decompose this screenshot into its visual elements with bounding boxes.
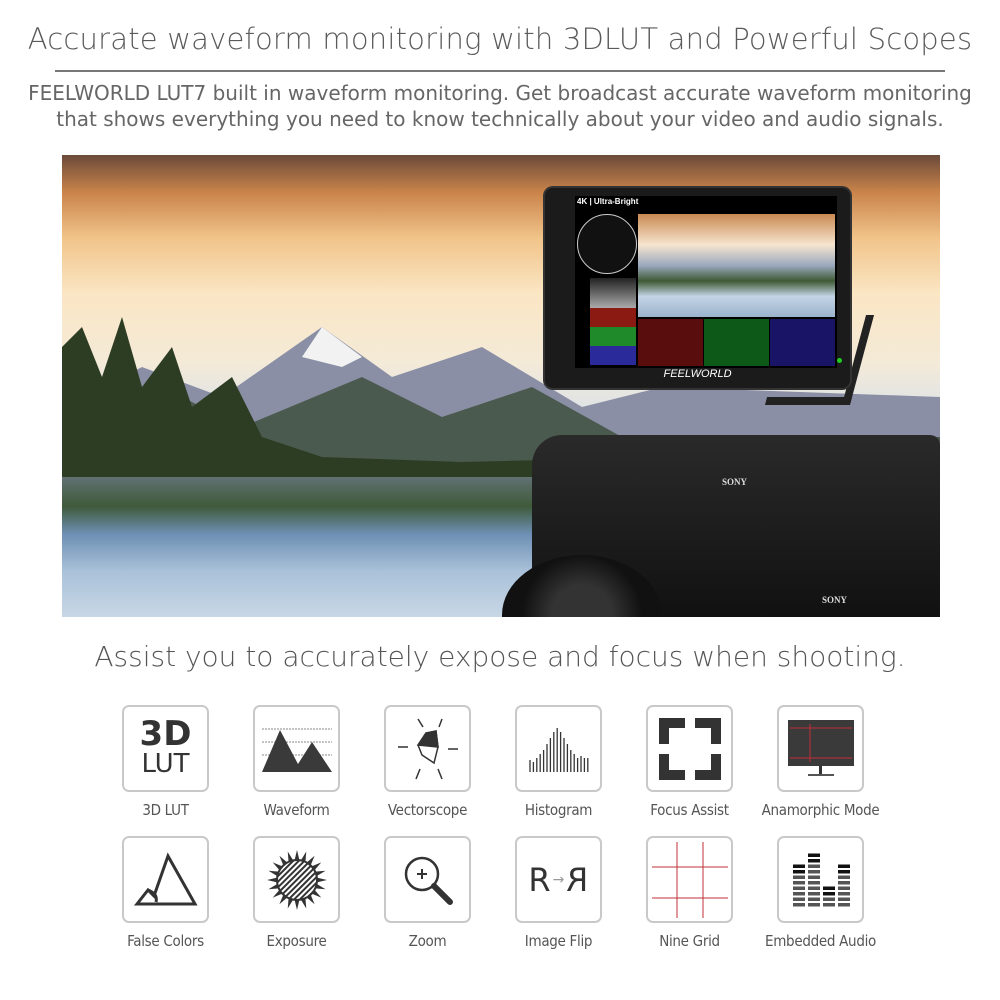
false-colors-icon	[122, 836, 209, 923]
feature-embedded-audio: Embedded Audio	[755, 836, 886, 950]
3d-lut-icon: 3D LUT	[122, 705, 209, 792]
product-photo: SONY SONY 4K | Ultra-Bright FEELWORLD	[62, 155, 940, 617]
screen-histogram	[590, 278, 636, 308]
nine-grid-icon	[646, 836, 733, 923]
waveform-icon	[253, 705, 340, 792]
subtitle: FEELWORLD LUT7 built in waveform monitor…	[0, 80, 1000, 132]
icon-text-3d: 3D	[139, 713, 192, 754]
feature-label: Embedded Audio	[764, 932, 876, 950]
feature-label: Waveform	[263, 801, 330, 819]
feature-label: False Colors	[127, 932, 204, 950]
vectorscope-icon	[384, 705, 471, 792]
feature-image-flip: R → R Image Flip	[493, 836, 624, 950]
feature-label: Nine Grid	[659, 932, 720, 950]
histogram-icon	[515, 705, 602, 792]
icon-text-r: R	[528, 860, 551, 899]
features-heading: Assist you to accurately expose and focu…	[94, 640, 906, 673]
subtitle-line-2: that shows everything you need to know t…	[56, 107, 944, 131]
title-divider	[55, 70, 945, 72]
feature-waveform: Waveform	[231, 705, 362, 819]
focus-assist-icon	[646, 705, 733, 792]
feature-focus-assist: Focus Assist	[624, 705, 755, 819]
monitor: 4K | Ultra-Bright FEELWORLD	[545, 188, 850, 388]
monitor-screen: 4K | Ultra-Bright	[575, 196, 837, 368]
power-led	[837, 358, 842, 363]
exposure-icon	[253, 836, 340, 923]
feature-label: Anamorphic Mode	[761, 801, 880, 819]
feature-false-colors: False Colors	[100, 836, 231, 950]
feature-label: Vectorscope	[387, 801, 468, 819]
parade-green	[704, 319, 769, 366]
icon-text-r-flipped: R	[566, 860, 589, 899]
feature-3d-lut: 3D LUT 3D LUT	[100, 705, 231, 819]
feature-label: Focus Assist	[650, 801, 729, 819]
screen-vectorscope	[577, 214, 637, 274]
feature-label: 3D LUT	[142, 801, 189, 819]
monitor-brand: FEELWORLD	[663, 368, 732, 380]
camera-brand-2: SONY	[822, 595, 848, 605]
embedded-audio-icon	[777, 836, 864, 923]
feature-label: Zoom	[408, 932, 447, 950]
icon-text-lut: LUT	[141, 748, 190, 779]
parade-blue	[770, 319, 835, 366]
screen-label: 4K | Ultra-Bright	[577, 197, 639, 206]
feature-vectorscope: Vectorscope	[362, 705, 493, 819]
feature-label: Image Flip	[524, 932, 593, 950]
feature-exposure: Exposure	[231, 836, 362, 950]
zoom-icon	[384, 836, 471, 923]
feature-nine-grid: Nine Grid	[624, 836, 755, 950]
feature-label: Histogram	[524, 801, 593, 819]
page-title: Accurate waveform monitoring with 3DLUT …	[27, 22, 973, 56]
feature-zoom: Zoom	[362, 836, 493, 950]
parade-red	[638, 319, 703, 366]
feature-histogram: Histogram	[493, 705, 624, 819]
feature-anamorphic-mode: Anamorphic Mode	[755, 705, 886, 819]
subtitle-line-1: FEELWORLD LUT7 built in waveform monitor…	[28, 81, 972, 105]
feature-label: Exposure	[266, 932, 327, 950]
anamorphic-icon	[777, 705, 864, 792]
camera-brand: SONY	[722, 477, 748, 487]
image-flip-icon: R → R	[515, 836, 602, 923]
arrow-right-icon: →	[552, 871, 565, 888]
screen-image	[638, 214, 835, 317]
